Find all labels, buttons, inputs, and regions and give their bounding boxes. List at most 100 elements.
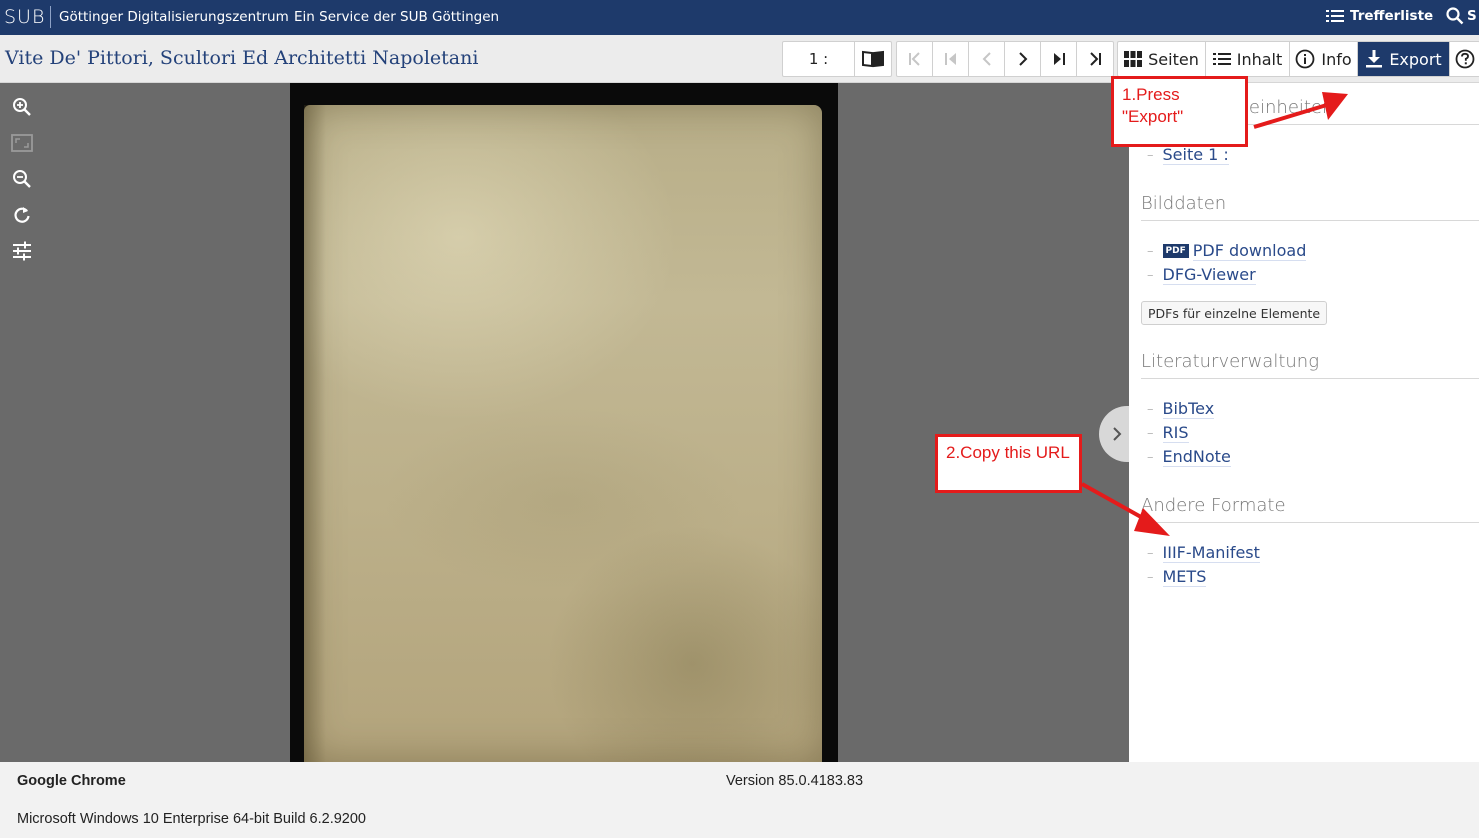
last-page-button[interactable]: [1077, 42, 1113, 76]
open-book-icon: [862, 50, 884, 68]
tab-seiten[interactable]: Seiten: [1118, 42, 1206, 76]
trefferliste-link[interactable]: Trefferliste: [1326, 8, 1433, 24]
skip-back-icon: [944, 53, 956, 65]
chevron-right-icon: [1018, 52, 1027, 66]
double-page-toggle[interactable]: [855, 42, 891, 76]
site-name-link[interactable]: Göttinger Digitalisierungszentrum: [59, 9, 289, 25]
list-item-bibtex[interactable]: – BibTex: [1147, 399, 1215, 419]
list-dash: –: [1147, 147, 1154, 163]
step1-callout: 1.Press "Export": [1111, 76, 1248, 147]
list-dash: –: [1147, 401, 1154, 417]
page-select[interactable]: 1 :: [783, 42, 855, 76]
section-literaturverwaltung-title: Literaturverwaltung: [1141, 351, 1320, 372]
help-icon: [1455, 49, 1475, 69]
skip-forward-icon: [1053, 53, 1065, 65]
pdf-icon: PDF: [1162, 244, 1189, 258]
info-icon: [1295, 49, 1315, 69]
dfg-viewer-link[interactable]: DFG-Viewer: [1162, 265, 1256, 285]
tab-inhalt-label: Inhalt: [1236, 49, 1283, 69]
rotate-icon: [14, 207, 30, 223]
browser-info-footer: Google Chrome Version 85.0.4183.83 Micro…: [0, 762, 1479, 838]
previous-section-button[interactable]: [933, 42, 969, 76]
contents-list-icon: [1212, 53, 1231, 65]
mets-link[interactable]: METS: [1162, 567, 1207, 587]
section-divider: [1141, 378, 1479, 379]
trefferliste-label: Trefferliste: [1350, 8, 1434, 24]
tab-info-label: Info: [1321, 49, 1352, 69]
endnote-link[interactable]: EndNote: [1162, 447, 1231, 467]
image-adjust-button[interactable]: [10, 239, 34, 263]
seite-link[interactable]: Seite 1 :: [1162, 145, 1229, 165]
list-item-ris[interactable]: – RIS: [1147, 423, 1189, 443]
panel-tabs-group: Seiten Inhalt Info Export: [1117, 41, 1479, 77]
viewer-tools: [0, 83, 44, 762]
list-item-iiif-manifest[interactable]: – IIIF-Manifest: [1147, 543, 1260, 563]
search-label: S: [1467, 8, 1477, 24]
list-dash: –: [1147, 425, 1154, 441]
section-divider: [1141, 522, 1479, 523]
iiif-manifest-link[interactable]: IIIF-Manifest: [1162, 543, 1260, 563]
previous-page-button[interactable]: [969, 42, 1005, 76]
next-page-button[interactable]: [1005, 42, 1041, 76]
tab-export-label: Export: [1389, 49, 1442, 69]
pdf-elements-button[interactable]: PDFs für einzelne Elemente: [1141, 301, 1328, 325]
section-divider: [1141, 220, 1479, 221]
zoom-in-button[interactable]: [10, 95, 34, 119]
list-item-dfg-viewer[interactable]: – DFG-Viewer: [1147, 265, 1256, 285]
list-item-mets[interactable]: – METS: [1147, 567, 1207, 587]
list-item-endnote[interactable]: – EndNote: [1147, 447, 1231, 467]
browser-version: Version 85.0.4183.83: [726, 773, 864, 789]
pdf-download-link[interactable]: PDF download: [1192, 241, 1307, 261]
ris-link[interactable]: RIS: [1162, 423, 1189, 443]
help-button[interactable]: [1450, 42, 1479, 76]
book-spine-shadow: [304, 105, 326, 762]
grid-icon: [1124, 51, 1143, 67]
book-cover-image: [304, 105, 822, 762]
image-viewer[interactable]: [0, 83, 1135, 762]
os-info: Microsoft Windows 10 Enterprise 64-bit B…: [17, 811, 366, 827]
top-navigation-bar: SUB Göttinger Digitalisierungszentrum Ei…: [0, 0, 1479, 35]
list-dash: –: [1147, 267, 1154, 283]
search-icon: [1446, 7, 1464, 25]
list-dash: –: [1147, 243, 1154, 259]
sub-logo[interactable]: SUB: [4, 6, 45, 28]
bibtex-link[interactable]: BibTex: [1162, 399, 1215, 419]
page-scan-frame: [290, 83, 838, 762]
sliders-icon: [13, 241, 31, 261]
list-item-pdf-download[interactable]: – PDF PDF download: [1147, 241, 1307, 261]
list-dash: –: [1147, 449, 1154, 465]
tab-export[interactable]: Export: [1358, 42, 1450, 76]
page-navigation-group: [896, 41, 1114, 77]
last-page-icon: [1090, 52, 1101, 66]
step2-text: 2.Copy this URL: [946, 443, 1070, 462]
zoom-out-button[interactable]: [10, 167, 34, 191]
document-toolbar: Vite De' Pittori, Scultori Ed Architetti…: [0, 35, 1479, 83]
logo-divider: [50, 6, 51, 28]
chevron-right-icon: [1113, 427, 1122, 441]
document-title: Vite De' Pittori, Scultori Ed Architetti…: [5, 47, 479, 69]
step1-line2: "Export": [1122, 107, 1184, 126]
search-button[interactable]: S: [1446, 7, 1477, 25]
section-andere-formate-title: Andere Formate: [1141, 495, 1286, 516]
list-item-seite[interactable]: – Seite 1 :: [1147, 145, 1229, 165]
first-page-button[interactable]: [897, 42, 933, 76]
rotate-button[interactable]: [10, 203, 34, 227]
download-icon: [1366, 50, 1383, 68]
step1-line1: 1.Press: [1122, 85, 1180, 104]
list-dash: –: [1147, 569, 1154, 585]
first-page-icon: [908, 52, 920, 66]
list-icon: [1326, 10, 1344, 22]
next-section-button[interactable]: [1041, 42, 1077, 76]
tab-inhalt[interactable]: Inhalt: [1206, 42, 1290, 76]
tab-seiten-label: Seiten: [1148, 49, 1199, 69]
section-bilddaten-title: Bilddaten: [1141, 193, 1227, 214]
page-selector-group: 1 :: [782, 41, 892, 77]
tab-info[interactable]: Info: [1290, 42, 1358, 76]
fit-screen-icon: [11, 134, 33, 152]
service-tagline: Ein Service der SUB Göttingen: [294, 9, 500, 25]
fit-to-screen-button[interactable]: [10, 131, 34, 155]
step2-callout: 2.Copy this URL: [935, 434, 1082, 493]
zoom-in-icon: [13, 98, 31, 116]
chevron-left-icon: [982, 52, 991, 66]
zoom-out-icon: [13, 170, 31, 188]
